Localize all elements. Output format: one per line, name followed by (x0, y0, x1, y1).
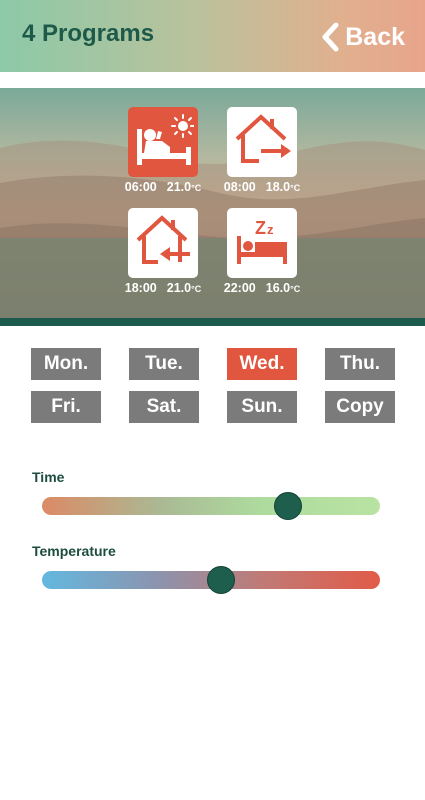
back-label: Back (345, 22, 405, 51)
time-slider-track[interactable] (42, 497, 380, 515)
svg-text:Z: Z (255, 218, 266, 238)
program-temp: 21.0 (166, 180, 192, 194)
return-home-icon (132, 210, 194, 277)
time-slider-label: Time (32, 469, 65, 485)
page-title: 4 Programs (22, 20, 155, 47)
program-temp: 18.0 (265, 180, 291, 194)
program-leave-button[interactable] (227, 107, 297, 177)
temperature-slider-thumb[interactable] (206, 566, 235, 594)
day-button-tue[interactable]: Tue. (129, 348, 199, 380)
day-button-mon[interactable]: Mon. (31, 348, 101, 380)
program-time: 22:00 (223, 281, 256, 295)
day-button-thu[interactable]: Thu. (325, 348, 395, 380)
day-button-wed[interactable]: Wed. (227, 348, 297, 380)
day-button-sun[interactable]: Sun. (227, 391, 297, 423)
program-time: 08:00 (223, 180, 256, 194)
program-sleep-button[interactable]: Z z (227, 208, 297, 278)
day-button-sat[interactable]: Sat. (129, 391, 199, 423)
back-button[interactable]: Back (321, 20, 405, 54)
program-time: 18:00 (124, 281, 157, 295)
program-unit: °C (191, 284, 202, 294)
program-temp: 16.0 (265, 281, 291, 295)
program-time: 06:00 (124, 180, 157, 194)
panel-divider (0, 318, 425, 326)
day-button-fri[interactable]: Fri. (31, 391, 101, 423)
time-slider-thumb[interactable] (273, 492, 302, 520)
svg-text:z: z (267, 222, 274, 237)
program-wake-button[interactable] (128, 107, 198, 177)
temperature-slider-label: Temperature (32, 543, 116, 559)
leave-home-icon (231, 109, 293, 176)
program-unit: °C (290, 284, 301, 294)
wake-up-icon (132, 109, 195, 176)
program-return-button[interactable] (128, 208, 198, 278)
program-leave-info: 08:00 18.0°C (202, 180, 322, 194)
program-unit: °C (290, 183, 301, 193)
copy-button[interactable]: Copy (325, 391, 395, 423)
program-unit: °C (191, 183, 202, 193)
program-temp: 21.0 (166, 281, 192, 295)
app-header: 4 Programs Back (0, 0, 425, 72)
program-sleep-info: 22:00 16.0°C (202, 281, 322, 295)
sleep-icon: Z z (231, 210, 293, 277)
chevron-left-icon (321, 22, 339, 52)
